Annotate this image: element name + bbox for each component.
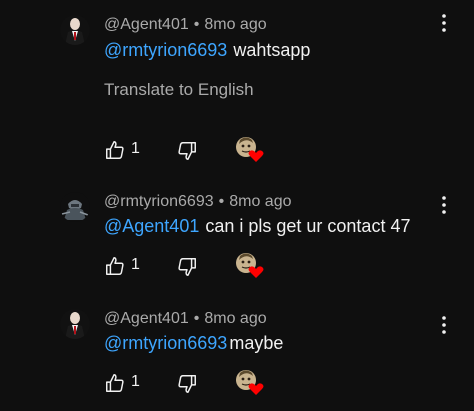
translate-link[interactable]: Translate to English <box>104 80 254 100</box>
timestamp: 8mo ago <box>204 16 267 33</box>
comment-content: wahtsapp <box>233 40 311 60</box>
separator-dot: • <box>193 16 200 33</box>
more-vertical-icon[interactable] <box>436 12 452 34</box>
hitman-avatar-icon <box>60 15 90 45</box>
comment-text: @rmtyrion6693 wahtsapp <box>104 40 310 61</box>
thumb-down-icon[interactable] <box>176 256 198 278</box>
avatar[interactable] <box>60 15 90 45</box>
comment-content: can i pls get ur contact 47 <box>205 216 411 236</box>
soldier-avatar-icon <box>60 192 90 222</box>
creator-heart-icon <box>236 137 264 162</box>
author-name[interactable]: @rmtyrion6693 <box>104 193 214 210</box>
mention-link[interactable]: @rmtyrion6693 <box>104 333 227 353</box>
comment-content: maybe <box>229 333 284 353</box>
avatar[interactable] <box>60 309 90 339</box>
avatar[interactable] <box>60 192 90 222</box>
hitman-avatar-icon <box>60 309 90 339</box>
thumb-down-icon[interactable] <box>176 140 198 162</box>
more-vertical-icon[interactable] <box>436 194 452 216</box>
creator-heart-icon <box>236 253 264 278</box>
separator-dot: • <box>193 310 200 327</box>
separator-dot: • <box>218 193 225 210</box>
author-name[interactable]: @Agent401 <box>104 310 189 327</box>
creator-heart-icon <box>236 370 264 395</box>
timestamp: 8mo ago <box>204 310 267 327</box>
comment-header: @rmtyrion6693 • 8mo ago <box>104 193 292 211</box>
more-vertical-icon[interactable] <box>436 314 452 336</box>
author-name[interactable]: @Agent401 <box>104 16 189 33</box>
mention-link[interactable]: @Agent401 <box>104 216 199 236</box>
thumb-down-icon[interactable] <box>176 373 198 395</box>
like-count: 1 <box>131 140 140 157</box>
thumb-up-icon[interactable] <box>104 372 126 394</box>
like-count: 1 <box>131 256 140 273</box>
comment-header: @Agent401 • 8mo ago <box>104 16 267 34</box>
thumb-up-icon[interactable] <box>104 255 126 277</box>
like-count: 1 <box>131 373 140 390</box>
thumb-up-icon[interactable] <box>104 139 126 161</box>
comment-text: @Agent401 can i pls get ur contact 47 <box>104 216 410 237</box>
comment-header: @Agent401 • 8mo ago <box>104 310 267 328</box>
timestamp: 8mo ago <box>229 193 292 210</box>
comment-text: @rmtyrion6693 maybe <box>104 333 283 354</box>
mention-link[interactable]: @rmtyrion6693 <box>104 40 227 60</box>
